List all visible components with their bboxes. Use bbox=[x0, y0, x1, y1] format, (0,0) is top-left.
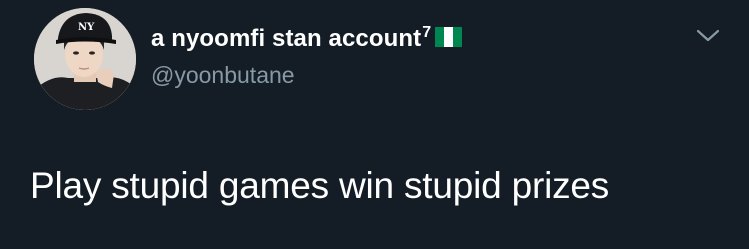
tweet-text: Play stupid games win stupid prizes bbox=[30, 165, 610, 206]
display-name[interactable]: a nyoomfi stan account7 bbox=[151, 24, 463, 57]
avatar[interactable]: NY bbox=[34, 8, 136, 110]
chevron-down-icon[interactable] bbox=[695, 26, 721, 44]
tweet-card: NY a nyoomfi stan account7 @yoonbutane P… bbox=[0, 0, 749, 249]
display-name-text: a nyoomfi stan account bbox=[151, 25, 422, 52]
svg-text:NY: NY bbox=[78, 22, 95, 33]
user-handle[interactable]: @yoonbutane bbox=[151, 60, 295, 90]
display-name-superscript: 7 bbox=[422, 24, 432, 41]
nigeria-flag-icon bbox=[435, 25, 463, 47]
avatar-photo: NY bbox=[34, 8, 136, 110]
